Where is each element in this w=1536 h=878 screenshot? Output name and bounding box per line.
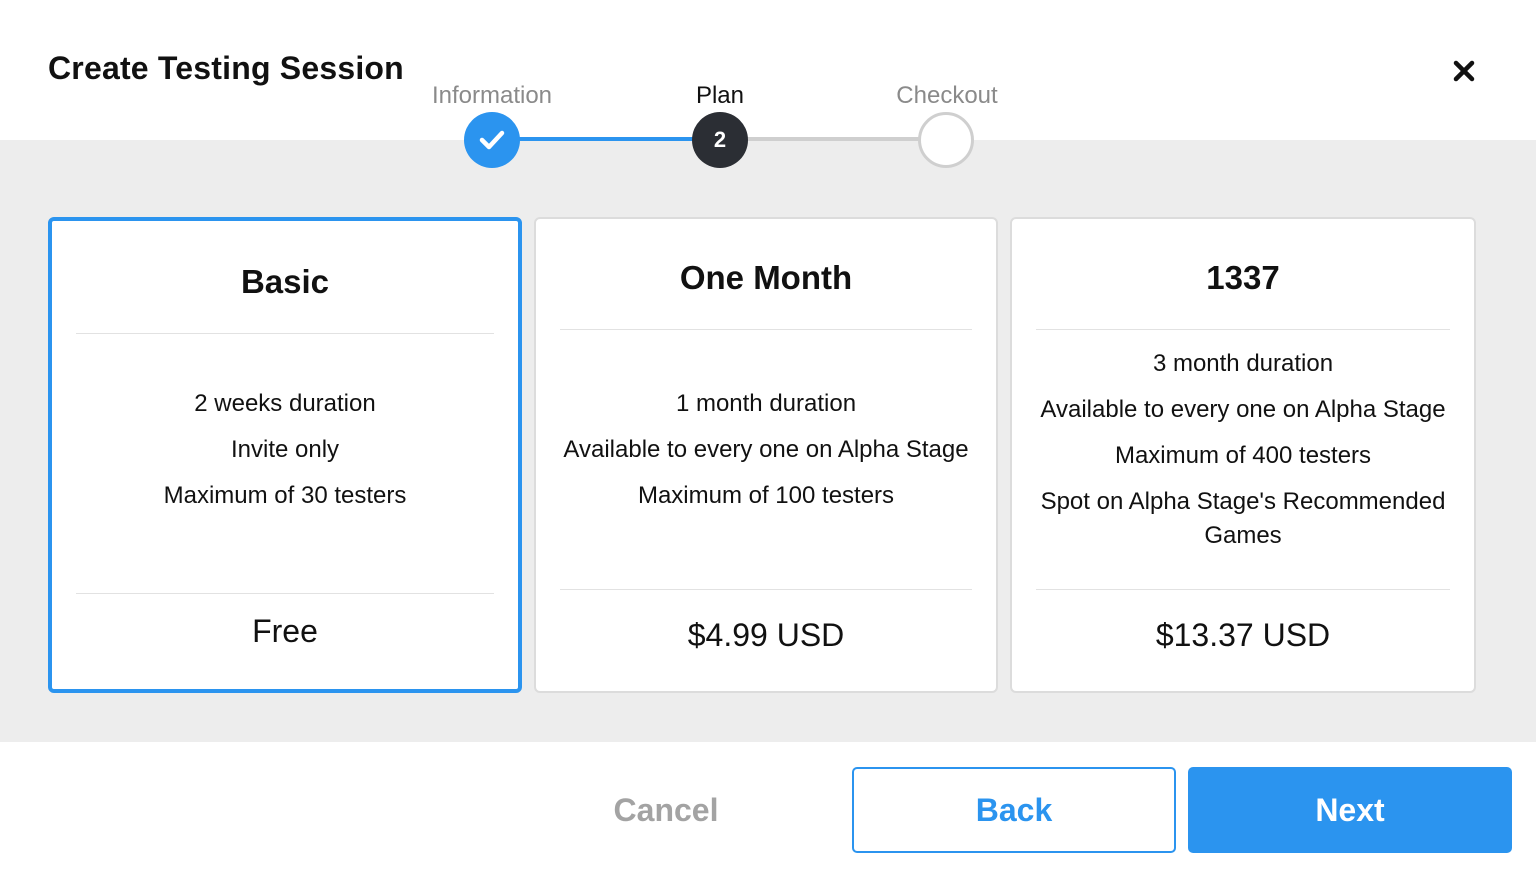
plan-card-basic[interactable]: Basic 2 weeks duration Invite only Maxim… [48, 217, 522, 693]
cancel-button[interactable]: Cancel [560, 767, 772, 853]
plan-features: 2 weeks duration Invite only Maximum of … [72, 387, 498, 525]
divider [1036, 589, 1450, 590]
step-information-completed[interactable] [464, 112, 520, 168]
step-plan-active: 2 [692, 112, 748, 168]
plan-name: One Month [679, 259, 853, 296]
plan-feature: 1 month duration [675, 390, 857, 417]
divider [560, 589, 972, 590]
plan-features: 3 month duration Available to every one … [1032, 347, 1454, 565]
close-button[interactable] [1447, 54, 1481, 88]
step-connector-completed [518, 137, 694, 141]
step-label-checkout: Checkout [896, 82, 998, 109]
plan-feature: Maximum of 100 testers [637, 482, 895, 509]
plan-card-one-month[interactable]: One Month 1 month duration Available to … [534, 217, 998, 693]
plan-feature: Invite only [230, 436, 340, 463]
plan-feature: Maximum of 400 testers [1114, 442, 1372, 469]
back-button[interactable]: Back [852, 767, 1176, 853]
plan-price: $4.99 USD [687, 617, 845, 653]
next-button[interactable]: Next [1188, 767, 1512, 853]
divider [76, 593, 494, 594]
plan-name: 1337 [1206, 259, 1280, 296]
plan-feature: 3 month duration [1152, 350, 1334, 377]
check-icon [479, 130, 505, 150]
close-x-icon [1453, 60, 1475, 82]
step-connector-pending [745, 137, 921, 141]
plan-card-1337[interactable]: 1337 3 month duration Available to every… [1010, 217, 1476, 693]
plan-feature: Available to every one on Alpha Stage [563, 436, 969, 463]
dialog-title: Create Testing Session [48, 50, 404, 86]
step-label-information: Information [431, 82, 553, 109]
divider [1036, 329, 1450, 330]
divider [560, 329, 972, 330]
dialog-header: Create Testing Session [0, 0, 1536, 140]
plan-features: 1 month duration Available to every one … [556, 387, 976, 525]
plan-feature: Maximum of 30 testers [163, 482, 407, 509]
plan-feature: Available to every one on Alpha Stage [1040, 396, 1446, 423]
plan-feature: 2 weeks duration [194, 390, 376, 417]
plan-name: Basic [240, 263, 330, 300]
plan-price: $13.37 USD [1155, 617, 1331, 653]
divider [76, 333, 494, 334]
plan-feature: Spot on Alpha Stage's Recommended Games [1040, 488, 1446, 549]
plan-price: Free [252, 613, 318, 649]
step-label-plan: Plan [695, 82, 745, 109]
step-checkout-pending [918, 112, 974, 168]
